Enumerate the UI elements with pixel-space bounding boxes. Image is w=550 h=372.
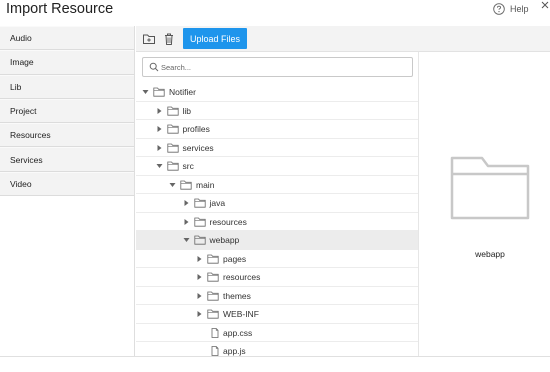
chevron-right-icon[interactable] <box>196 292 203 300</box>
preview-panel: webapp <box>420 52 550 356</box>
chevron-down-icon[interactable] <box>142 88 149 96</box>
tree-row[interactable]: pages <box>136 250 418 268</box>
chevron-right-icon[interactable] <box>196 273 203 281</box>
tree-item-label: resources <box>209 216 247 227</box>
folder-icon <box>207 309 219 319</box>
sidebar-item-audio[interactable]: Audio <box>0 26 134 51</box>
chevron-right-icon[interactable] <box>156 125 163 133</box>
folder-icon <box>166 161 179 171</box>
tree-item-label: main <box>196 179 215 190</box>
sidebar-item-video[interactable]: Video <box>0 171 134 197</box>
trash-icon[interactable] <box>162 32 176 46</box>
chevron-right-icon[interactable] <box>183 218 190 226</box>
file-tree: Notifier lib profiles services src main java re… <box>136 83 418 356</box>
chevron-down-icon[interactable] <box>169 181 176 189</box>
tree-item-label: lib <box>182 105 192 116</box>
search-box <box>142 57 413 77</box>
preview-name: webapp <box>475 249 505 259</box>
chevron-right-icon[interactable] <box>156 144 163 152</box>
folder-icon <box>166 124 179 134</box>
help-label: Help <box>510 4 529 14</box>
upload-files-button[interactable]: Upload Files <box>183 28 247 49</box>
tree-row[interactable]: themes <box>136 287 418 305</box>
category-sidebar: Audio Image Lib Project Resources Services Vid… <box>0 26 135 356</box>
tree-row[interactable]: resources <box>136 213 418 231</box>
sidebar-item-image[interactable]: Image <box>0 50 134 75</box>
folder-icon <box>166 106 179 116</box>
folder-icon <box>207 254 219 264</box>
tree-row[interactable]: java <box>136 194 418 213</box>
file-icon <box>211 346 219 356</box>
tree-row[interactable]: profiles <box>136 120 418 139</box>
dialog-title: Import Resource <box>6 1 114 17</box>
tree-item-label: WEB-INF <box>223 309 259 319</box>
toolbar: Upload Files <box>136 26 550 52</box>
folder-icon <box>450 156 530 220</box>
tree-item-label: src <box>182 161 194 171</box>
folder-icon <box>207 272 219 282</box>
tree-row[interactable]: src <box>136 157 418 176</box>
file-tree-panel: Notifier lib profiles services srcmain java re… <box>136 52 419 356</box>
close-icon[interactable] <box>540 0 550 12</box>
tree-row[interactable]: app.css <box>136 324 418 342</box>
chevron-down-icon[interactable] <box>183 236 190 244</box>
help-link[interactable]: Help <box>493 2 529 16</box>
search-icon <box>149 62 159 72</box>
tree-item-label: services <box>182 142 214 153</box>
tree-item-label: webapp <box>209 235 240 245</box>
chevron-right-icon[interactable] <box>183 199 190 207</box>
sidebar-item-lib[interactable]: Lib <box>0 74 134 99</box>
tree-row[interactable]: app.js <box>136 342 418 356</box>
tree-row[interactable]: WEB-INF <box>136 305 418 324</box>
sidebar-item-project[interactable]: Project <box>0 98 134 124</box>
folder-icon <box>193 235 206 245</box>
tree-row[interactable]: resources <box>136 268 418 287</box>
sidebar-item-services[interactable]: Services <box>0 147 134 172</box>
tree-item-label: java <box>209 198 226 208</box>
folder-icon <box>166 143 179 153</box>
tree-item-label: pages <box>223 253 247 264</box>
tree-item-label: profiles <box>182 124 210 134</box>
search-input[interactable] <box>161 60 401 74</box>
import-resource-dialog: Import Resource Help Audio Image Lib Projec… <box>0 0 550 372</box>
dialog-footer <box>0 356 550 372</box>
tree-item-label: Notifier <box>169 87 196 97</box>
chevron-down-icon[interactable] <box>156 162 163 170</box>
tree-row[interactable]: main <box>136 176 418 194</box>
tree-row[interactable]: lib <box>136 102 418 120</box>
tree-row[interactable]: Notifier <box>136 83 418 102</box>
chevron-right-icon[interactable] <box>196 310 203 318</box>
tree-item-label: app.js <box>223 346 246 356</box>
title-bar: Import Resource Help <box>0 0 550 26</box>
sidebar-item-resources[interactable]: Resources <box>0 123 134 148</box>
help-icon <box>493 3 505 15</box>
chevron-right-icon[interactable] <box>156 107 163 115</box>
folder-icon <box>207 291 219 301</box>
tree-item-label: app.css <box>223 327 253 338</box>
tree-row[interactable]: webapp <box>136 231 418 250</box>
folder-add-icon[interactable] <box>142 32 156 46</box>
file-icon <box>211 327 219 338</box>
chevron-right-icon[interactable] <box>196 255 203 263</box>
folder-icon <box>180 180 192 190</box>
tree-row[interactable]: services <box>136 139 418 157</box>
tree-item-label: themes <box>223 290 251 301</box>
folder-icon <box>193 217 206 227</box>
tree-item-label: resources <box>223 272 261 282</box>
folder-icon <box>193 198 206 208</box>
folder-icon <box>153 87 165 97</box>
